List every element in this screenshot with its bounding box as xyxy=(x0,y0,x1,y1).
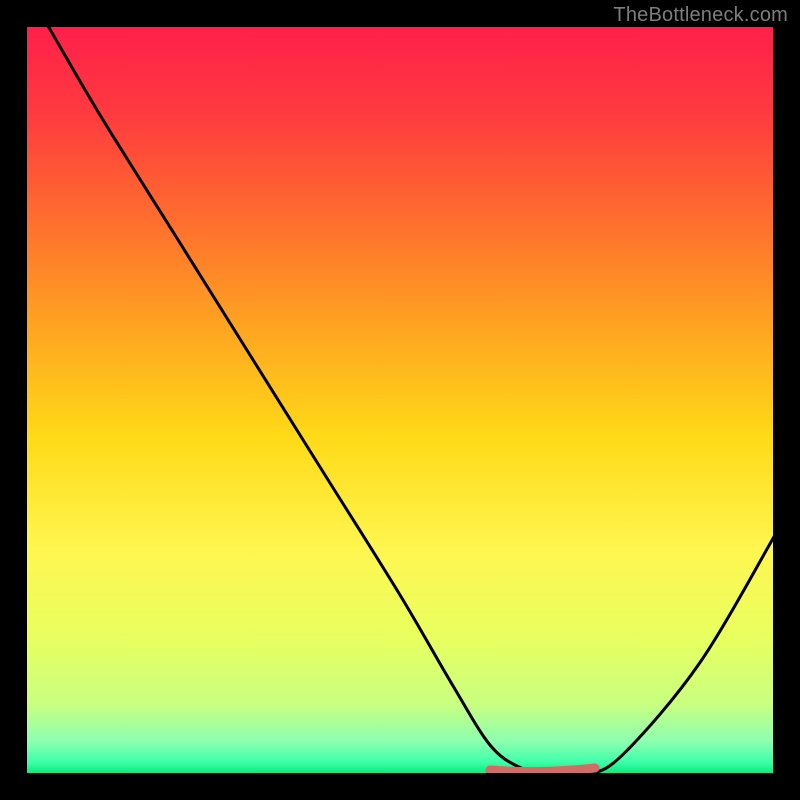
watermark-text: TheBottleneck.com xyxy=(613,4,788,27)
chart-svg xyxy=(0,0,800,800)
chart-stage: TheBottleneck.com xyxy=(0,0,800,800)
accent-segment xyxy=(490,768,595,772)
plot-background xyxy=(25,25,775,775)
